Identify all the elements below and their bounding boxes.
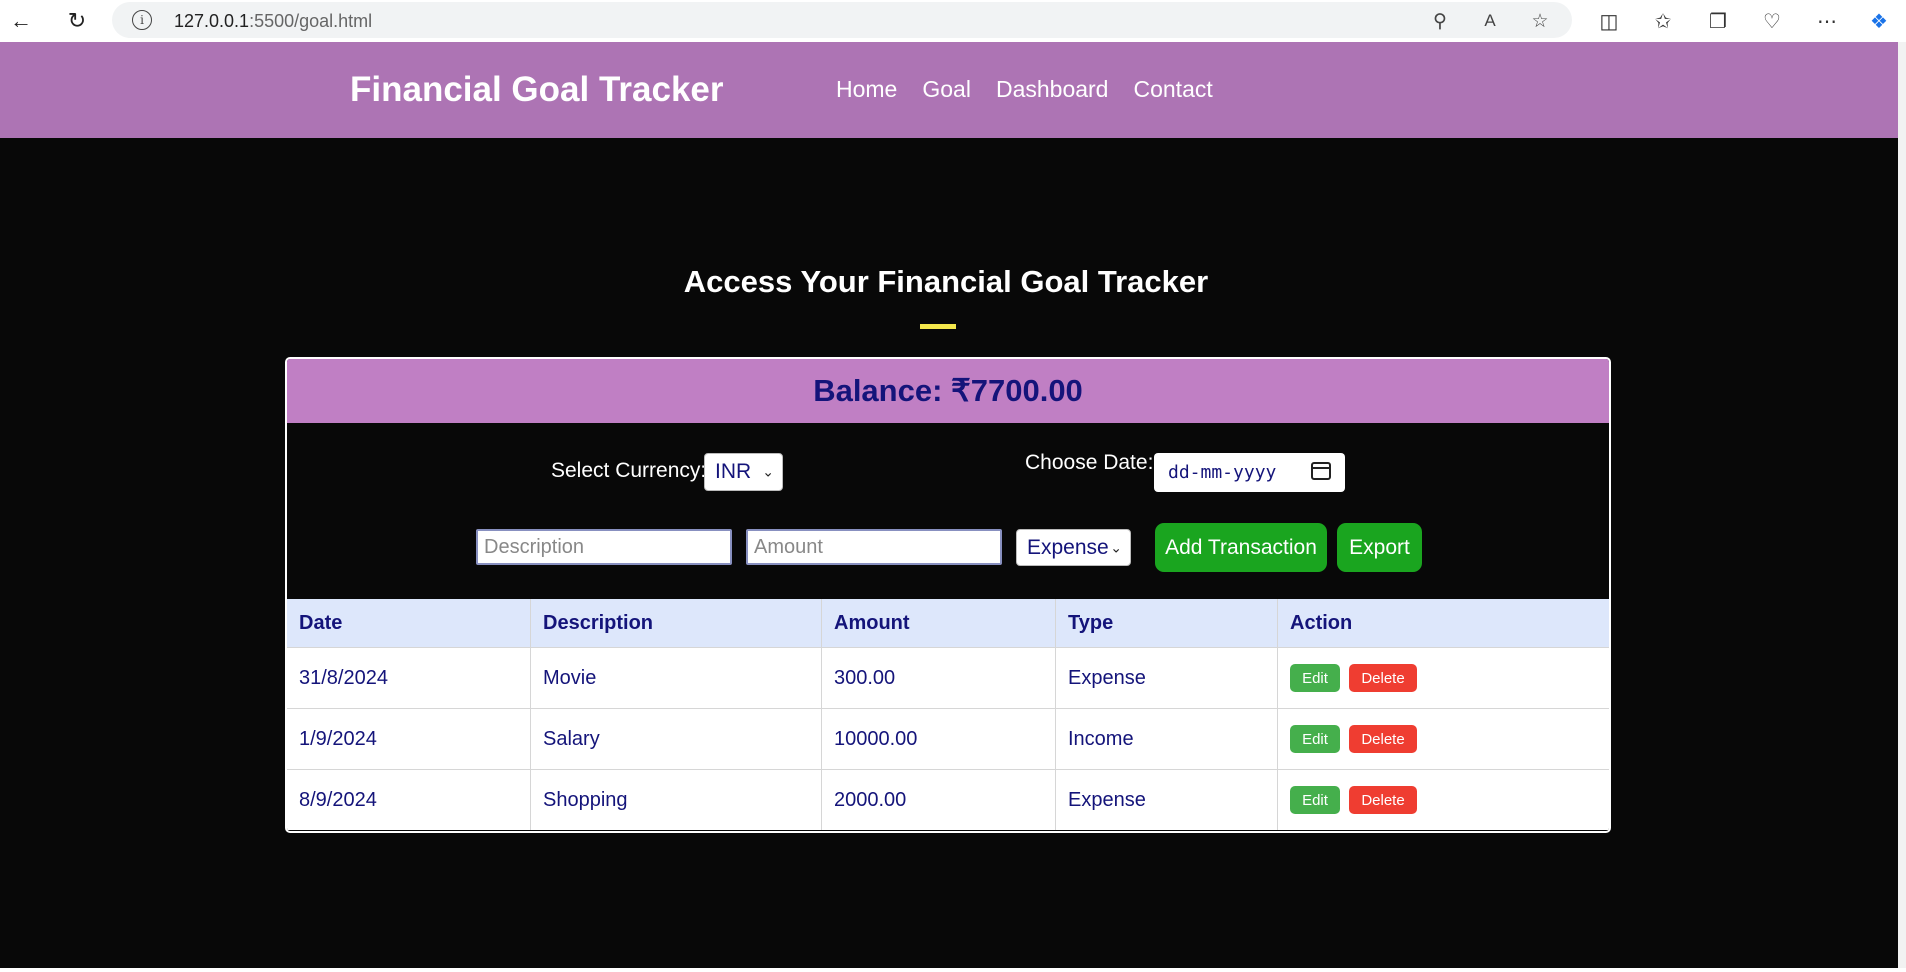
date-placeholder: dd-mm-yyyy <box>1168 462 1277 483</box>
column-header-action: Action <box>1290 611 1353 634</box>
table-header-row: Date Description Amount Type Action <box>287 599 1609 647</box>
nav-link-contact[interactable]: Contact <box>1133 76 1212 103</box>
edit-button[interactable]: Edit <box>1290 664 1340 692</box>
currency-select-value: INR <box>715 460 752 483</box>
date-input[interactable]: dd-mm-yyyy <box>1154 453 1345 492</box>
balance-bar: Balance: ₹7700.00 <box>287 359 1609 423</box>
cell-date: 1/9/2024 <box>287 709 531 769</box>
cell-type: Expense <box>1056 770 1278 830</box>
site-info-icon[interactable]: i <box>132 10 152 30</box>
delete-button[interactable]: Delete <box>1349 725 1417 753</box>
currency-label: Select Currency: <box>551 459 707 482</box>
cell-action: Edit Delete <box>1278 709 1609 769</box>
chevron-down-icon: ⌄ <box>1110 539 1122 555</box>
heading-underline <box>920 324 956 329</box>
description-input[interactable]: Description <box>476 529 732 565</box>
nav-link-goal[interactable]: Goal <box>922 76 971 103</box>
page-heading: Access Your Financial Goal Tracker <box>683 264 1209 299</box>
description-placeholder: Description <box>484 535 585 558</box>
cell-description: Movie <box>531 648 822 708</box>
address-bar[interactable]: i 127.0.0.1:5500/goal.html ⚲ A ☆ <box>112 2 1572 38</box>
column-header-date: Date <box>287 599 531 647</box>
key-icon[interactable]: ⚲ <box>1427 8 1453 34</box>
cell-action: Edit Delete <box>1278 648 1609 708</box>
currency-select[interactable]: INR ⌄ <box>704 453 783 491</box>
table-row: 8/9/2024 Shopping 2000.00 Expense Edit D… <box>287 769 1609 830</box>
more-options-icon[interactable]: ⋯ <box>1812 6 1842 36</box>
edit-button[interactable]: Edit <box>1290 725 1340 753</box>
column-header-type: Type <box>1056 599 1278 647</box>
chevron-down-icon: ⌄ <box>762 463 774 480</box>
cell-amount: 2000.00 <box>822 770 1056 830</box>
cell-date: 8/9/2024 <box>287 770 531 830</box>
cell-description: Shopping <box>531 770 822 830</box>
add-transaction-button[interactable]: Add Transaction <box>1155 523 1327 572</box>
column-header-description: Description <box>531 599 822 647</box>
favorites-list-icon[interactable]: ✩ <box>1648 6 1678 36</box>
delete-button[interactable]: Delete <box>1349 786 1417 814</box>
edit-button[interactable]: Edit <box>1290 786 1340 814</box>
table-row: 31/8/2024 Movie 300.00 Expense Edit Dele… <box>287 647 1609 708</box>
cell-amount: 300.00 <box>822 648 1056 708</box>
window-right-edge <box>1898 42 1906 968</box>
brand-title: Financial Goal Tracker <box>350 70 724 109</box>
table-row: 1/9/2024 Salary 10000.00 Income Edit Del… <box>287 708 1609 769</box>
favorite-star-icon[interactable]: ☆ <box>1527 8 1553 34</box>
cell-date: 31/8/2024 <box>287 648 531 708</box>
nav-link-home[interactable]: Home <box>836 76 897 103</box>
date-label: Choose Date: <box>1025 451 1154 474</box>
cell-description: Salary <box>531 709 822 769</box>
nav-links: Home Goal Dashboard Contact <box>836 76 1213 103</box>
copilot-icon[interactable]: ❖ <box>1864 6 1894 36</box>
delete-button[interactable]: Delete <box>1349 664 1417 692</box>
export-button[interactable]: Export <box>1337 523 1422 572</box>
site-navbar: Financial Goal Tracker Home Goal Dashboa… <box>0 42 1906 138</box>
nav-link-dashboard[interactable]: Dashboard <box>996 76 1109 103</box>
cell-amount: 10000.00 <box>822 709 1056 769</box>
column-header-amount: Amount <box>822 599 1056 647</box>
amount-input[interactable]: Amount <box>746 529 1002 565</box>
back-arrow-icon[interactable]: ← <box>6 6 36 36</box>
calendar-icon[interactable] <box>1311 462 1331 480</box>
url-text: 127.0.0.1:5500/goal.html <box>174 11 373 31</box>
amount-placeholder: Amount <box>754 535 823 558</box>
page-viewport: Financial Goal Tracker Home Goal Dashboa… <box>0 42 1906 968</box>
type-select-value: Expense <box>1027 535 1109 559</box>
split-screen-icon[interactable]: ◫ <box>1594 6 1624 36</box>
cell-type: Income <box>1056 709 1278 769</box>
balance-text: Balance: ₹7700.00 <box>813 373 1083 408</box>
cell-action: Edit Delete <box>1278 770 1609 830</box>
collections-icon[interactable]: ❐ <box>1703 6 1733 36</box>
read-aloud-icon[interactable]: A <box>1477 8 1503 34</box>
type-select[interactable]: Expense ⌄ <box>1016 529 1131 566</box>
browser-toolbar: ← ↻ i 127.0.0.1:5500/goal.html ⚲ A ☆ ◫ ✩… <box>0 0 1906 42</box>
refresh-icon[interactable]: ↻ <box>62 6 92 36</box>
tracker-card: Balance: ₹7700.00 Select Currency: INR ⌄… <box>285 357 1611 833</box>
cell-type: Expense <box>1056 648 1278 708</box>
browser-health-icon[interactable]: ♡ <box>1757 6 1787 36</box>
